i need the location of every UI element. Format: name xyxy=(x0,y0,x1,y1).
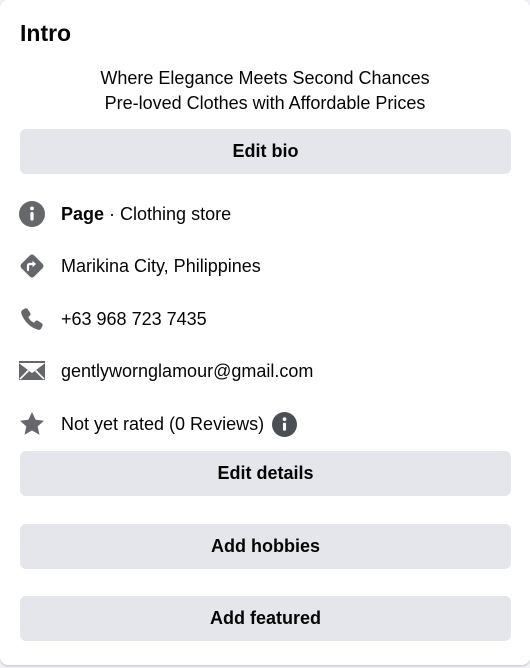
directions-icon xyxy=(18,252,46,280)
page-type-label: Page xyxy=(61,203,105,224)
intro-title: Intro xyxy=(20,20,72,46)
location-label[interactable]: Marikina City, Philippines xyxy=(61,256,261,277)
category-label: · Clothing store xyxy=(104,203,232,224)
edit-details-button[interactable]: Edit details xyxy=(20,451,511,496)
email-row: gentlywornglamour@gmail.com xyxy=(18,356,313,386)
info-icon xyxy=(18,200,46,228)
bio-line-2: Pre-loved Clothes with Affordable Prices xyxy=(104,93,426,113)
intro-card: Intro Where Elegance Meets Second Chance… xyxy=(0,0,530,665)
edit-bio-button[interactable]: Edit bio xyxy=(20,129,511,174)
phone-icon xyxy=(18,305,46,333)
add-featured-button[interactable]: Add featured xyxy=(20,596,511,641)
rating-label: Not yet rated (0 Reviews) xyxy=(61,413,265,434)
bio-line-1: Where Elegance Meets Second Chances xyxy=(100,68,430,88)
rating-info-icon[interactable] xyxy=(272,411,298,437)
mail-icon xyxy=(18,357,46,385)
category-row: Page · Clothing store xyxy=(18,199,231,229)
bio-text: Where Elegance Meets Second Chances Pre-… xyxy=(0,66,530,116)
email-label[interactable]: gentlywornglamour@gmail.com xyxy=(61,361,313,382)
rating-row: Not yet rated (0 Reviews) xyxy=(18,409,298,439)
location-row: Marikina City, Philippines xyxy=(18,251,261,281)
phone-label[interactable]: +63 968 723 7435 xyxy=(61,309,207,330)
phone-row: +63 968 723 7435 xyxy=(18,304,207,334)
star-icon xyxy=(18,410,46,438)
add-hobbies-button[interactable]: Add hobbies xyxy=(20,524,511,569)
